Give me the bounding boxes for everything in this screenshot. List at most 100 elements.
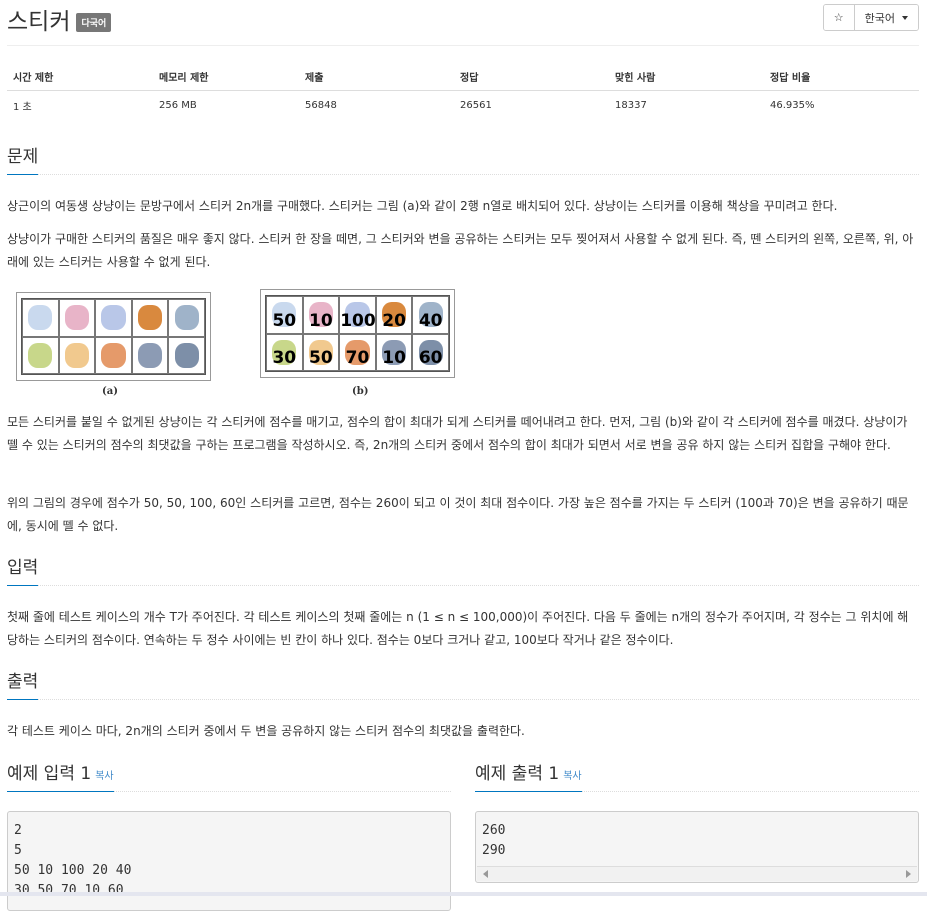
sticker-score: 50 xyxy=(309,348,333,368)
sample-output-title: 예제 출력 1 xyxy=(475,764,560,784)
multilang-badge[interactable]: 다국어 xyxy=(76,12,112,32)
info-header-cell: 제출 xyxy=(299,62,454,91)
skater-sticker-icon xyxy=(101,305,126,331)
horizontal-scrollbar[interactable] xyxy=(477,866,917,881)
copy-sample-input-button[interactable]: 복사 xyxy=(95,771,113,782)
sticker-score: 60 xyxy=(418,348,443,368)
info-header-cell: 정답 xyxy=(454,62,609,91)
sample-output-box[interactable]: 260 290 xyxy=(475,811,919,883)
page-title: 스티커 xyxy=(7,9,71,35)
output-section-header: 출력 xyxy=(7,663,919,700)
sticker-cell: 60 xyxy=(412,333,449,371)
sample-input-heading: 예제 입력 1 복사 xyxy=(7,757,114,792)
info-value-cell[interactable]: 18337 xyxy=(609,91,764,120)
chair-sticker-icon xyxy=(174,342,199,368)
sticker-cell: 10 xyxy=(302,296,340,334)
sample-input-title: 예제 입력 1 xyxy=(7,764,92,784)
title-divider xyxy=(7,45,919,46)
sticker-cell xyxy=(168,299,205,337)
sticker-cell xyxy=(95,299,132,337)
problem-info-table: 시간 제한 메모리 제한 제출 정답 맞힌 사람 정답 비율 1 초 256 M… xyxy=(7,62,919,119)
info-header-row: 시간 제한 메모리 제한 제출 정답 맞힌 사람 정답 비율 xyxy=(7,62,919,91)
kid-sticker-icon xyxy=(28,342,53,368)
input-heading: 입력 xyxy=(7,551,39,586)
info-value-cell[interactable]: 26561 xyxy=(454,91,609,120)
figure-a-label: (a) xyxy=(102,386,118,397)
sticker-figure-a xyxy=(16,292,211,381)
info-header-cell: 시간 제한 xyxy=(7,62,153,91)
sticker-cell xyxy=(131,299,169,337)
sample-output-header: 예제 출력 1 복사 xyxy=(475,755,919,792)
sticker-cell xyxy=(168,336,205,374)
sticker-score: 70 xyxy=(345,348,370,368)
boy-sticker-icon xyxy=(101,342,126,368)
sample-input-line: 30 50 70 10 60 xyxy=(14,883,124,898)
sample-output-line: 290 xyxy=(482,843,506,858)
skier-sticker-icon xyxy=(174,305,199,331)
input-section-header: 입력 xyxy=(7,549,919,586)
input-description: 첫째 줄에 테스트 케이스의 개수 T가 주어진다. 각 테스트 케이스의 첫째… xyxy=(7,610,909,647)
sticker-grid-a xyxy=(21,298,206,375)
sticker-cell xyxy=(22,299,59,337)
sticker-cell: 70 xyxy=(339,333,376,371)
problem-section-header: 문제 xyxy=(7,138,919,175)
scroll-left-icon[interactable] xyxy=(483,870,488,878)
problem-paragraph-3: 모든 스티커를 붙일 수 없게된 상냥이는 각 스티커에 점수를 매기고, 점수… xyxy=(7,415,908,452)
sticker-score: 10 xyxy=(382,348,406,368)
info-value-cell[interactable]: 56848 xyxy=(299,91,454,120)
sample-input-box[interactable]: 2 5 50 10 100 20 40 30 50 70 10 60 xyxy=(7,811,451,911)
sticker-figure-b: 50 10 100 20 40 30 50 70 10 60 xyxy=(260,289,455,378)
star-icon: ☆ xyxy=(833,11,844,24)
sticker-score: 20 xyxy=(382,310,406,331)
hunter-sticker-icon xyxy=(137,342,163,368)
sticker-cell xyxy=(58,299,96,337)
sample-input-line: 2 xyxy=(14,823,22,838)
sticker-score: 10 xyxy=(309,310,333,331)
info-header-cell: 정답 비율 xyxy=(764,62,919,91)
info-value-row: 1 초 256 MB 56848 26561 18337 46.935% xyxy=(7,91,919,120)
sticker-cell: 50 xyxy=(302,333,340,371)
girl-sticker-icon xyxy=(64,342,89,368)
sample-output-line: 260 xyxy=(482,823,506,838)
sticker-score: 50 xyxy=(272,310,297,331)
sticker-cell: 50 xyxy=(266,296,303,334)
info-value-cell: 1 초 xyxy=(13,101,32,113)
info-header-cell: 맞힌 사람 xyxy=(609,62,764,91)
sample-input-header: 예제 입력 1 복사 xyxy=(7,755,451,792)
info-value-cell: 46.935% xyxy=(770,99,815,111)
language-label: 한국어 xyxy=(864,11,895,25)
title-button-group: ☆ 한국어 xyxy=(822,4,919,31)
sticker-cell: 30 xyxy=(266,333,303,371)
language-dropdown[interactable]: 한국어 xyxy=(853,5,918,30)
info-header-cell: 메모리 제한 xyxy=(153,62,299,91)
sticker-cell: 40 xyxy=(412,296,449,334)
sticker-score: 100 xyxy=(340,310,376,331)
output-heading: 출력 xyxy=(7,665,39,700)
copy-sample-output-button[interactable]: 복사 xyxy=(563,771,581,782)
problem-paragraph-4: 위의 그림의 경우에 점수가 50, 50, 100, 60인 스티커를 고르면… xyxy=(7,496,909,533)
problem-paragraph-1: 상근이의 여동생 상냥이는 문방구에서 스티커 2n개를 구매했다. 스티커는 … xyxy=(7,199,838,213)
info-value-cell: 256 MB xyxy=(159,99,197,111)
sticker-cell xyxy=(22,336,59,374)
caret-down-icon xyxy=(902,15,908,20)
sticker-cell xyxy=(58,336,96,374)
sample-input-line: 5 xyxy=(14,843,22,858)
skater-sticker-icon xyxy=(28,305,53,331)
problem-paragraph-2: 상냥이가 구매한 스티커의 품질은 매우 좋지 않다. 스티커 한 장을 떼면,… xyxy=(7,232,914,269)
ball-sticker-icon xyxy=(137,305,163,331)
bottom-bar xyxy=(0,892,927,896)
skater-sticker-icon xyxy=(64,305,89,331)
title-row: 스티커 다국어 xyxy=(7,2,112,36)
sticker-cell xyxy=(95,336,132,374)
scroll-right-icon[interactable] xyxy=(906,870,911,878)
sticker-cell: 10 xyxy=(375,333,413,371)
sample-input-line: 50 10 100 20 40 xyxy=(14,863,132,878)
star-button[interactable]: ☆ xyxy=(823,5,854,30)
sticker-score: 40 xyxy=(418,310,443,331)
sticker-cell: 100 xyxy=(339,296,376,334)
sticker-grid-b: 50 10 100 20 40 30 50 70 10 60 xyxy=(265,295,450,372)
sticker-score: 30 xyxy=(272,348,297,368)
sticker-cell xyxy=(131,336,169,374)
figure-b-label: (b) xyxy=(352,386,369,397)
sticker-cell: 20 xyxy=(375,296,413,334)
